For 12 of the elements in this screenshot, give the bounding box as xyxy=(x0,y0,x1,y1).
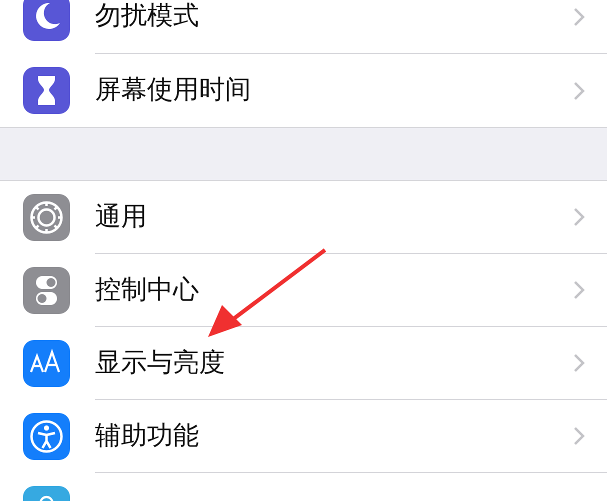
chevron-icon xyxy=(573,280,585,300)
chevron-icon xyxy=(573,207,585,227)
setting-label[interactable]: 显示与亮度 xyxy=(95,344,573,382)
chevron-icon xyxy=(573,426,585,446)
chevron-icon xyxy=(573,353,585,373)
chevron-icon xyxy=(573,7,585,27)
setting-label[interactable]: 控制中心 xyxy=(95,270,573,310)
setting-label[interactable]: 辅助功能 xyxy=(95,416,573,456)
chevron-icon xyxy=(573,80,585,100)
setting-label[interactable]: 勿扰模式 xyxy=(95,0,573,34)
setting-label[interactable]: 通用 xyxy=(95,198,573,236)
setting-label[interactable]: 屏幕使用时间 xyxy=(95,71,573,110)
